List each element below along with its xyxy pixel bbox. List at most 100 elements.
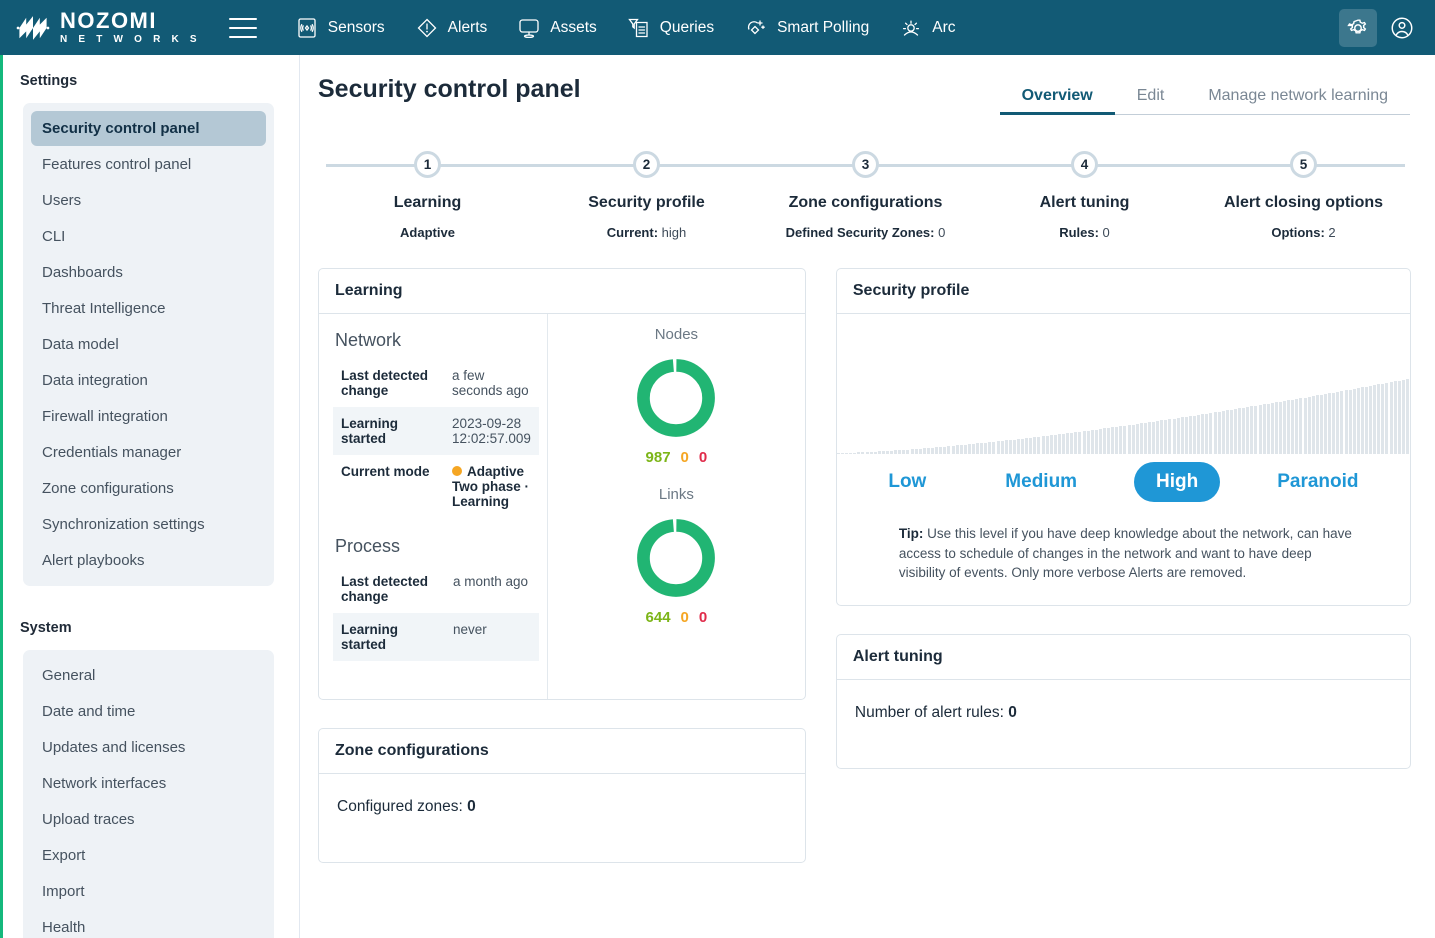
step-number: 2: [633, 151, 660, 178]
nav-item-queries[interactable]: Queries: [615, 10, 726, 46]
sidebar-item-updates-and-licenses[interactable]: Updates and licenses: [31, 730, 266, 765]
cards-grid: Learning Network Last detected change a …: [318, 268, 1411, 863]
level-high-button[interactable]: High: [1134, 462, 1221, 502]
ramp-bar: [926, 447, 930, 454]
sidebar-item-export[interactable]: Export: [31, 838, 266, 873]
sidebar-item-alert-playbooks[interactable]: Alert playbooks: [31, 543, 266, 578]
nav-item-smart-polling[interactable]: Smart Polling: [732, 10, 881, 46]
ramp-bar: [1319, 394, 1323, 454]
security-level-selector: Low Medium High Paranoid: [837, 454, 1410, 506]
sidebar-item-synchronization-settings[interactable]: Synchronization settings: [31, 507, 266, 542]
nav-item-arc[interactable]: Arc: [887, 10, 967, 46]
row-value: Adaptive Two phase · Learning: [444, 455, 539, 518]
ramp-bar: [1373, 385, 1377, 454]
sidebar-item-threat-intelligence[interactable]: Threat Intelligence: [31, 291, 266, 326]
sidebar-item-security-control-panel[interactable]: Security control panel: [31, 111, 266, 146]
step-subtitle: Rules: 0: [975, 225, 1194, 240]
sidebar-scroll-indicator[interactable]: [0, 55, 3, 938]
ramp-bar: [1287, 400, 1291, 454]
row-key: Learning started: [341, 622, 399, 652]
row-value: never: [453, 622, 487, 637]
ramp-bar: [894, 450, 898, 454]
ramp-bar: [1053, 434, 1057, 454]
ramp-bar: [1180, 417, 1184, 454]
ramp-bar: [1168, 419, 1172, 454]
step-number: 3: [852, 151, 879, 178]
sidebar-item-network-interfaces[interactable]: Network interfaces: [31, 766, 266, 801]
ramp-bar: [861, 452, 865, 454]
nav-item-alerts[interactable]: Alerts: [403, 10, 500, 46]
brand-tagline: N E T W O R K S: [60, 34, 201, 45]
ramp-bar: [1360, 387, 1364, 454]
sidebar-item-general[interactable]: General: [31, 658, 266, 693]
sidebar-system-group: General Date and time Updates and licens…: [23, 650, 274, 938]
ramp-bar: [1197, 414, 1201, 454]
row-key: Last detected change: [341, 574, 429, 604]
ramp-bar: [1225, 410, 1229, 454]
ramp-bar: [1152, 421, 1156, 454]
ramp-bar: [1000, 440, 1004, 454]
ramp-bar: [1205, 413, 1209, 454]
tab-edit[interactable]: Edit: [1115, 81, 1187, 114]
sidebar-item-data-model[interactable]: Data model: [31, 327, 266, 362]
ramp-bar: [1156, 421, 1160, 454]
ramp-bars: [836, 314, 1410, 454]
ramp-bar: [1369, 385, 1373, 454]
stepper-step-learning[interactable]: 1 Learning Adaptive: [318, 151, 537, 240]
nav-label: Sensors: [327, 18, 385, 36]
row-key: Last detected change: [341, 368, 429, 398]
ramp-bar: [980, 443, 984, 454]
stepper-step-zone-configurations[interactable]: 3 Zone configurations Defined Security Z…: [756, 151, 975, 240]
settings-gear-icon[interactable]: [1339, 8, 1377, 47]
level-paranoid-button[interactable]: Paranoid: [1255, 462, 1380, 502]
user-account-icon[interactable]: [1383, 9, 1421, 47]
sidebar-item-cli[interactable]: CLI: [31, 219, 266, 254]
ramp-bar: [971, 443, 975, 454]
table-row: Last detected change a month ago: [333, 565, 539, 613]
sidebar-item-data-integration[interactable]: Data integration: [31, 363, 266, 398]
level-low-button[interactable]: Low: [866, 462, 948, 502]
ramp-bar: [840, 452, 844, 454]
table-row: Learning started never: [333, 613, 539, 661]
ramp-bar: [1270, 403, 1274, 454]
sidebar-item-zone-configurations[interactable]: Zone configurations: [31, 471, 266, 506]
ramp-bar: [1217, 411, 1221, 454]
tab-overview[interactable]: Overview: [999, 81, 1115, 115]
learning-card-body: Network Last detected change a few secon…: [319, 314, 805, 699]
hamburger-menu-icon[interactable]: [228, 17, 257, 38]
sidebar-item-dashboards[interactable]: Dashboards: [31, 255, 266, 290]
ramp-bar: [1012, 439, 1016, 454]
security-profile-card-title: Security profile: [836, 269, 1410, 314]
sidebar-item-features-control-panel[interactable]: Features control panel: [31, 147, 266, 182]
sidebar-item-credentials-manager[interactable]: Credentials manager: [31, 435, 266, 470]
ramp-bar: [1029, 437, 1033, 454]
nav-item-sensors[interactable]: Sensors: [283, 10, 397, 46]
page-tabs: Overview Edit Manage network learning: [999, 69, 1410, 115]
sidebar-item-firewall-integration[interactable]: Firewall integration: [31, 399, 266, 434]
nav-item-assets[interactable]: Assets: [505, 10, 609, 46]
tab-manage-network-learning[interactable]: Manage network learning: [1186, 81, 1410, 114]
settings-sidebar: Settings Security control panel Features…: [0, 55, 300, 938]
links-chart-block: Links 644 0 0: [548, 486, 805, 626]
brand-logo[interactable]: NOZOMI N E T W O R K S: [16, 10, 201, 45]
ramp-bar: [1131, 424, 1135, 454]
links-yellow-count: 0: [680, 609, 689, 626]
sidebar-item-users[interactable]: Users: [31, 183, 266, 218]
ramp-bar: [906, 449, 910, 454]
stepper-step-alert-closing-options[interactable]: 5 Alert closing options Options: 2: [1194, 151, 1413, 240]
level-medium-button[interactable]: Medium: [983, 462, 1099, 502]
row-value: 2023-09-28 12:02:57.009: [452, 416, 531, 446]
process-section-heading: Process: [335, 536, 401, 556]
ramp-bar: [1090, 430, 1094, 454]
ramp-bar: [1094, 429, 1098, 454]
stepper-step-security-profile[interactable]: 2 Security profile Current: high: [537, 151, 756, 240]
step-sub-value: 0: [1098, 225, 1110, 240]
sidebar-item-import[interactable]: Import: [31, 874, 266, 909]
ramp-bar: [1066, 433, 1070, 454]
nodes-chart-title: Nodes: [654, 326, 699, 343]
sidebar-item-date-and-time[interactable]: Date and time: [31, 694, 266, 729]
network-section-heading: Network: [335, 330, 402, 350]
sidebar-item-upload-traces[interactable]: Upload traces: [31, 802, 266, 837]
sidebar-item-health[interactable]: Health: [31, 910, 266, 938]
stepper-step-alert-tuning[interactable]: 4 Alert tuning Rules: 0: [975, 151, 1194, 240]
